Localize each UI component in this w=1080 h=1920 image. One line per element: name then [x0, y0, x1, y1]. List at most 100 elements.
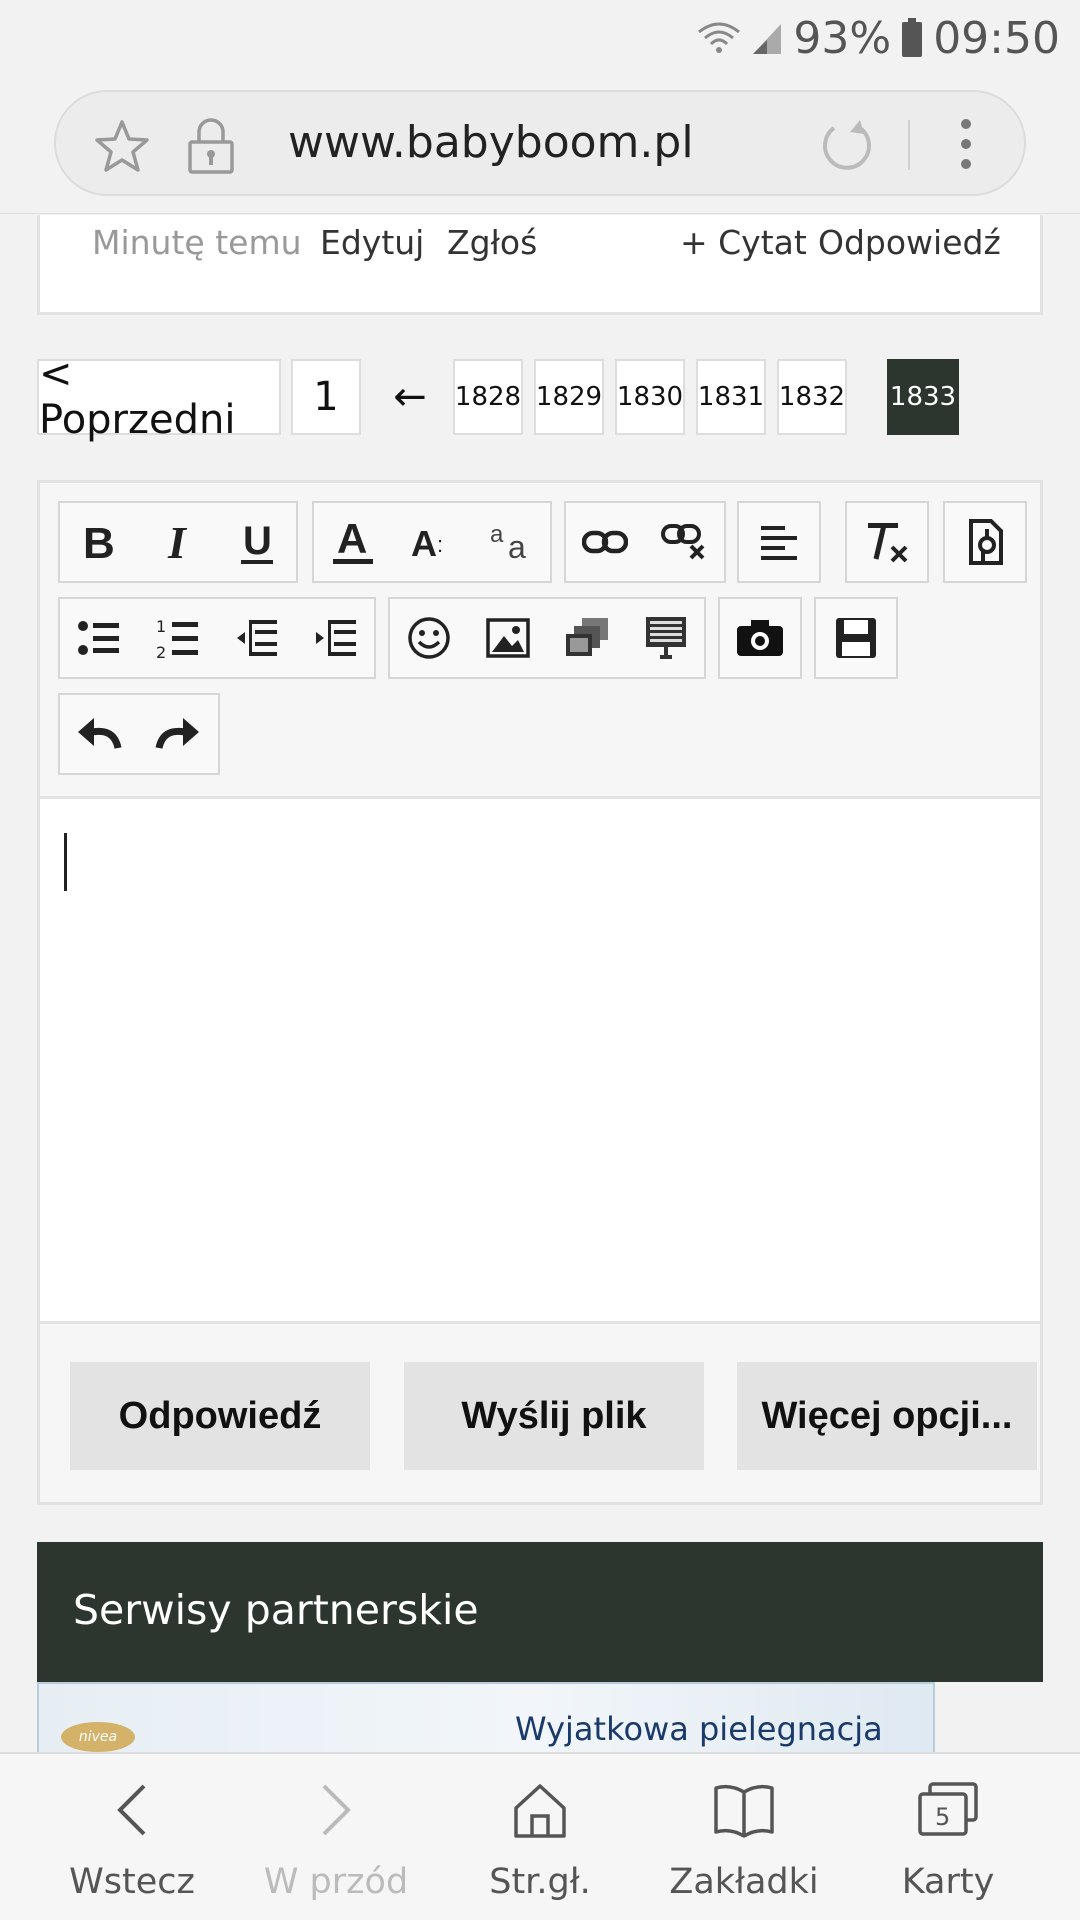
home-icon: [432, 1782, 648, 1838]
svg-text:I: I: [167, 520, 188, 564]
report-link[interactable]: Zgłoś: [447, 223, 537, 262]
toolbar-group-colors: A A: aa: [312, 501, 552, 583]
first-page-button[interactable]: 1: [291, 359, 361, 435]
svg-text:A: A: [337, 517, 367, 562]
gallery-icon[interactable]: [548, 599, 626, 677]
page-button[interactable]: 1831: [696, 359, 766, 435]
clock: 09:50: [933, 12, 1060, 64]
toolbar-group-lists: 12: [58, 597, 376, 679]
nav-home-label: Str.gł.: [489, 1862, 591, 1902]
reply-link[interactable]: Odpowiedź: [818, 223, 1001, 262]
svg-text::: :: [437, 532, 443, 557]
tabs-icon: 5: [840, 1782, 1056, 1838]
nav-bookmarks[interactable]: Zakładki: [636, 1754, 852, 1920]
previous-page-button[interactable]: < Poprzedni: [37, 351, 281, 443]
toolbar-divider: [908, 120, 910, 170]
camera-icon[interactable]: [721, 599, 799, 677]
toolbar-group-basic-styles: B I U: [58, 501, 298, 583]
quote-link[interactable]: + Cytat: [680, 223, 807, 262]
tabs-count: 5: [935, 1803, 950, 1831]
nav-tabs-label: Karty: [901, 1862, 995, 1902]
partner-sites-title: Serwisy partnerskie: [73, 1586, 479, 1634]
clear-format-icon[interactable]: [848, 503, 926, 581]
brand-logo: nivea: [61, 1722, 135, 1752]
toolbar-group-links: [564, 501, 726, 583]
reply-button[interactable]: Odpowiedź: [70, 1362, 370, 1470]
pagination-ellipsis-arrow: ←: [393, 374, 427, 420]
align-icon[interactable]: [740, 503, 818, 581]
font-size-icon[interactable]: A:: [393, 503, 471, 581]
svg-text:a: a: [508, 529, 526, 564]
nav-back-label: Wstecz: [69, 1862, 195, 1902]
bullet-list-icon[interactable]: [60, 599, 138, 677]
page-button[interactable]: 1832: [777, 359, 847, 435]
reload-icon[interactable]: [820, 118, 874, 177]
partner-sites-header: Serwisy partnerskie: [37, 1542, 1043, 1682]
reply-text-area[interactable]: [40, 796, 1040, 1324]
case-icon[interactable]: aa: [472, 503, 550, 581]
outdent-icon[interactable]: [218, 599, 296, 677]
italic-icon[interactable]: I: [139, 503, 217, 581]
save-icon[interactable]: [817, 599, 895, 677]
page-button[interactable]: 1830: [615, 359, 685, 435]
post-action-bar: Minutę temu Edytuj Zgłoś + Cytat Odpowie…: [37, 215, 1043, 315]
unlink-icon[interactable]: [645, 503, 723, 581]
more-options-button[interactable]: Więcej opcji...: [737, 1362, 1037, 1470]
emoji-icon[interactable]: [390, 599, 468, 677]
toolbar-group-source: [943, 501, 1027, 583]
link-icon[interactable]: [566, 503, 644, 581]
chevron-right-icon: [228, 1782, 444, 1838]
editor-actions: Odpowiedź Wyślij plik Więcej opcji...: [40, 1324, 1040, 1502]
current-page-button[interactable]: 1833: [887, 359, 959, 435]
banner-text: Wyjatkowa pielegnacja: [515, 1710, 883, 1748]
toolbar-group-save: [814, 597, 898, 679]
page-button[interactable]: 1829: [534, 359, 604, 435]
editor-toolbar: B I U A A: aa 1 2: [40, 483, 1040, 796]
nav-forward[interactable]: W przód: [228, 1754, 444, 1920]
svg-text:2: 2: [156, 643, 166, 660]
upload-file-button[interactable]: Wyślij plik: [404, 1362, 704, 1470]
toolbar-group-history: [58, 693, 220, 775]
underline-icon[interactable]: U: [218, 503, 296, 581]
svg-text:1: 1: [156, 617, 166, 636]
browser-bottom-nav: Wstecz W przód Str.gł. Zakładki 5 Karty: [0, 1752, 1080, 1920]
toolbar-group-insert: [388, 597, 706, 679]
nav-home[interactable]: Str.gł.: [432, 1754, 648, 1920]
status-bar: 93% 09:50: [0, 0, 1080, 76]
svg-text:A: A: [411, 523, 437, 564]
text-color-icon[interactable]: A: [314, 503, 392, 581]
image-icon[interactable]: [469, 599, 547, 677]
bold-icon[interactable]: B: [60, 503, 138, 581]
lock-icon: [186, 116, 236, 179]
signal-icon: [751, 20, 783, 56]
numbered-list-icon[interactable]: 12: [139, 599, 217, 677]
indent-icon[interactable]: [297, 599, 375, 677]
svg-text:U: U: [243, 519, 272, 563]
edit-link[interactable]: Edytuj: [320, 223, 424, 262]
web-page: Minutę temu Edytuj Zgłoś + Cytat Odpowie…: [0, 215, 1080, 1753]
nav-tabs[interactable]: 5 Karty: [840, 1754, 1056, 1920]
address-bar[interactable]: www.babyboom.pl: [54, 90, 1026, 196]
bookmarks-book-icon: [636, 1782, 852, 1838]
source-icon[interactable]: [946, 503, 1024, 581]
toolbar-group-camera: [718, 597, 802, 679]
svg-text:B: B: [83, 520, 115, 564]
reply-editor: B I U A A: aa 1 2 Odpowiedź Wyślij plik …: [37, 480, 1043, 1505]
url-text[interactable]: www.babyboom.pl: [288, 117, 694, 168]
status-indicators: 93% 09:50: [697, 12, 1060, 64]
toolbar-group-align: [737, 501, 821, 583]
more-menu-icon[interactable]: [956, 116, 976, 177]
post-timestamp: Minutę temu: [92, 223, 302, 262]
redo-icon[interactable]: [139, 695, 217, 773]
undo-icon[interactable]: [60, 695, 138, 773]
partner-banner[interactable]: nivea Wyjatkowa pielegnacja: [37, 1682, 935, 1753]
bookmark-star-icon[interactable]: [94, 118, 150, 179]
wifi-icon: [697, 20, 741, 56]
text-caret: [64, 833, 67, 891]
page-button[interactable]: 1828: [453, 359, 523, 435]
browser-toolbar: www.babyboom.pl: [0, 76, 1080, 214]
template-icon[interactable]: [627, 599, 705, 677]
battery-percent: 93%: [793, 12, 892, 64]
nav-back[interactable]: Wstecz: [24, 1754, 240, 1920]
svg-text:a: a: [490, 521, 504, 548]
